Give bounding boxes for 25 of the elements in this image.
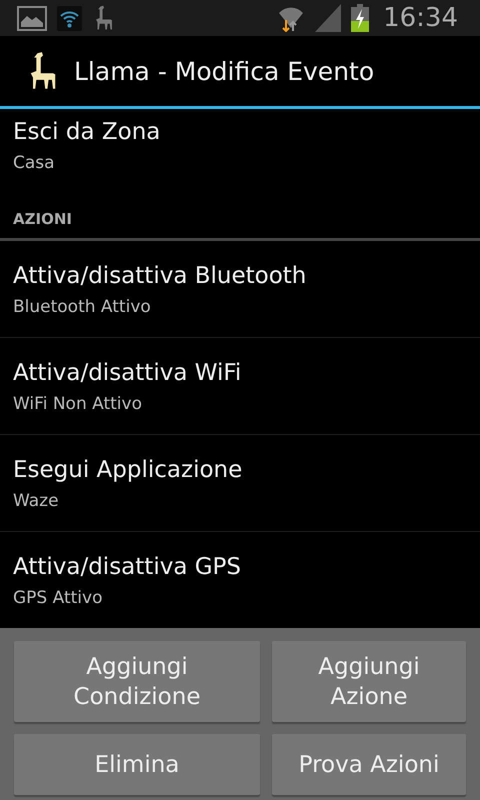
window-title: Llama - Modifica Evento	[74, 56, 374, 86]
item-subtitle: GPS Attivo	[13, 587, 102, 610]
item-subtitle: WiFi Non Attivo	[13, 393, 142, 416]
signal-icon	[315, 4, 342, 32]
action-button[interactable]: Elimina	[14, 734, 260, 795]
action-button[interactable]: Aggiungi Azione	[272, 641, 466, 722]
section-header: AZIONI	[13, 210, 72, 228]
battery-charging-icon	[351, 4, 370, 32]
action-button[interactable]: Aggiungi Condizione	[14, 641, 260, 722]
list-item[interactable]: Esci da Zona Casa	[0, 109, 480, 193]
item-subtitle: Waze	[13, 490, 59, 513]
list-item[interactable]: Attiva/disattiva Bluetooth Bluetooth Attivo	[0, 241, 480, 338]
list-item[interactable]: Attiva/disattiva WiFi WiFi Non Attivo	[0, 338, 480, 435]
item-subtitle: Casa	[13, 152, 55, 175]
item-title: Attiva/disattiva Bluetooth	[13, 262, 306, 291]
image-icon	[17, 6, 47, 30]
item-title: Esegui Applicazione	[13, 456, 242, 485]
item-title: Attiva/disattiva GPS	[13, 553, 242, 582]
action-button[interactable]: Prova Azioni	[272, 734, 466, 795]
item-subtitle: Bluetooth Attivo	[13, 296, 151, 319]
wifi-icon	[57, 6, 82, 30]
list-item[interactable]: Esegui Applicazione Waze	[0, 435, 480, 532]
item-title: Esci da Zona	[13, 118, 160, 147]
clock: 16:34	[383, 3, 458, 33]
item-title: Attiva/disattiva WiFi	[13, 359, 242, 388]
